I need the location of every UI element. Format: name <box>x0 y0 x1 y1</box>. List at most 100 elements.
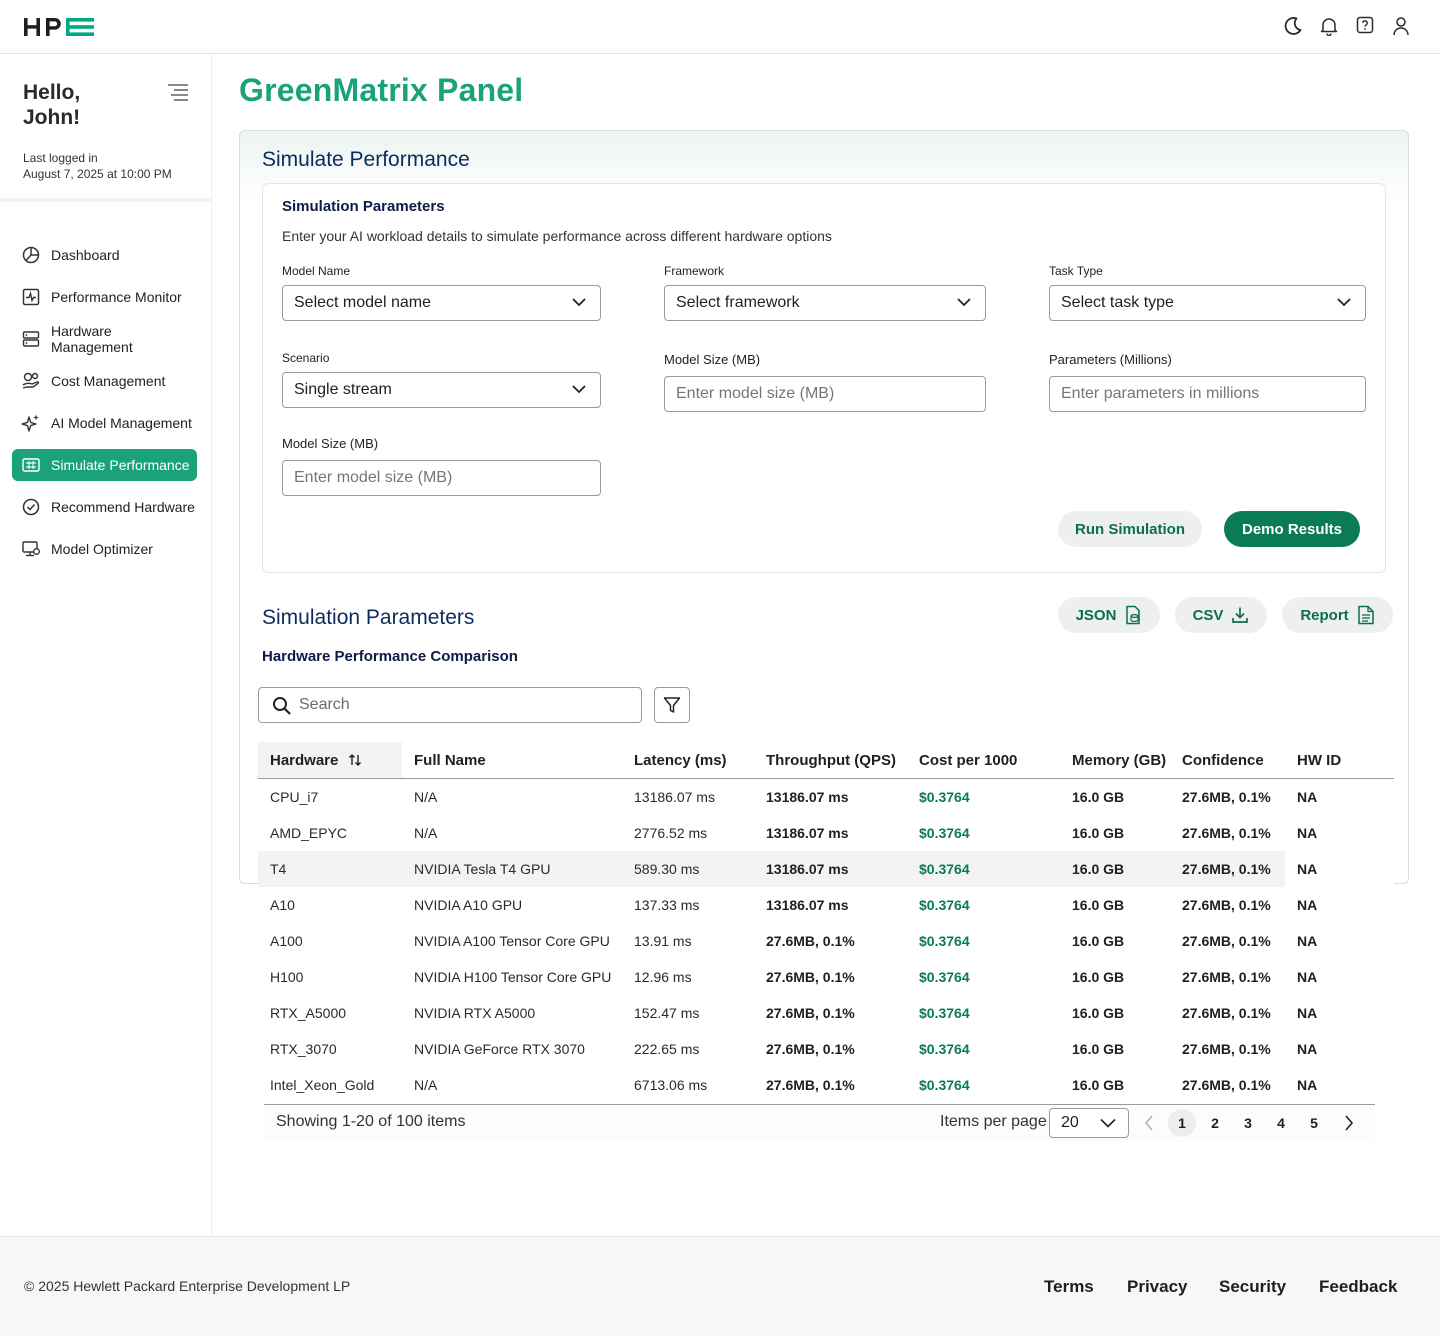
cell-confidence: 27.6MB, 0.1% <box>1182 1005 1271 1021</box>
bell-icon[interactable] <box>1320 16 1342 38</box>
next-page-icon[interactable] <box>1343 1114 1355 1132</box>
cell-full-name: NVIDIA H100 Tensor Core GPU <box>414 969 612 985</box>
page-button-2[interactable]: 2 <box>1201 1109 1229 1137</box>
table-row[interactable]: CPU_i7 N/A 13186.07 ms 13186.07 ms $0.3764 16… <box>258 779 1394 815</box>
cell-full-name: N/A <box>414 789 438 805</box>
cell-confidence: 27.6MB, 0.1% <box>1182 789 1271 805</box>
model-size-input-2[interactable] <box>282 460 601 496</box>
card-title: Simulate Performance <box>262 148 470 171</box>
cell-latency: 152.47 ms <box>634 1005 700 1021</box>
items-per-page-select[interactable]: 20 <box>1049 1108 1129 1138</box>
footer-link-terms[interactable]: Terms <box>1044 1277 1094 1297</box>
sort-icon[interactable] <box>348 753 362 767</box>
table-row[interactable]: A10 NVIDIA A10 GPU 137.33 ms 13186.07 ms $0.… <box>258 887 1394 923</box>
help-icon[interactable] <box>1356 16 1378 38</box>
filter-button[interactable] <box>654 687 690 723</box>
hpe-logo[interactable] <box>24 17 96 37</box>
column-header-throughput[interactable]: Throughput (QPS) <box>766 742 896 778</box>
sparkle-icon <box>21 413 41 433</box>
table-row[interactable]: Intel_Xeon_Gold N/A 6713.06 ms 27.6MB, 0.1%… <box>258 1067 1394 1103</box>
prev-page-icon[interactable] <box>1143 1114 1155 1132</box>
sidebar-item-label: Simulate Performance <box>51 457 190 473</box>
export-csv-button[interactable]: CSV <box>1175 597 1267 633</box>
cell-memory: 16.0 GB <box>1072 825 1125 841</box>
model-name-select[interactable]: Select model name <box>282 285 601 321</box>
moon-icon[interactable] <box>1283 16 1305 38</box>
model-size-input[interactable] <box>664 376 986 412</box>
table-header: Hardware Full Name Latency (ms) Throughp… <box>258 742 1394 779</box>
cell-hardware: RTX_A5000 <box>270 1005 347 1021</box>
export-report-button[interactable]: Report <box>1282 597 1393 633</box>
cell-cost: $0.3764 <box>919 969 970 985</box>
sidebar-item-simulate-performance[interactable]: Simulate Performance <box>12 449 197 481</box>
run-simulation-button[interactable]: Run Simulation <box>1058 511 1202 547</box>
search-field[interactable] <box>258 687 642 723</box>
cell-memory: 16.0 GB <box>1072 1077 1125 1093</box>
sidebar-item-hardware-management[interactable]: Hardware Management <box>12 323 197 355</box>
cell-confidence: 27.6MB, 0.1% <box>1182 861 1271 877</box>
scenario-label: Scenario <box>282 351 330 365</box>
search-input[interactable] <box>299 688 629 722</box>
column-header-confidence[interactable]: Confidence <box>1182 742 1264 778</box>
cell-cost: $0.3764 <box>919 1041 970 1057</box>
sidebar-item-recommend-hardware[interactable]: Recommend Hardware <box>12 491 197 523</box>
sidebar-item-label: Hardware Management <box>51 323 133 355</box>
last-logged: Last logged in August 7, 2025 at 10:00 P… <box>23 150 172 182</box>
model-name-value: Select model name <box>294 294 431 311</box>
cell-cost: $0.3764 <box>919 789 970 805</box>
cell-cost: $0.3764 <box>919 861 970 877</box>
column-header-cost[interactable]: Cost per 1000 <box>919 742 1017 778</box>
filter-icon <box>663 696 681 714</box>
cell-hardware: AMD_EPYC <box>270 825 348 841</box>
cell-latency: 222.65 ms <box>634 1041 700 1057</box>
table-row[interactable]: RTX_A5000 NVIDIA RTX A5000 152.47 ms 27.6MB… <box>258 995 1394 1031</box>
footer-link-security[interactable]: Security <box>1219 1277 1286 1297</box>
page-button-5[interactable]: 5 <box>1300 1109 1328 1137</box>
cell-throughput: 27.6MB, 0.1% <box>766 933 855 949</box>
table-row[interactable]: AMD_EPYC N/A 2776.52 ms 13186.07 ms $0.3764 1… <box>258 815 1394 851</box>
column-header-memory[interactable]: Memory (GB) <box>1072 742 1166 778</box>
cell-cost: $0.3764 <box>919 933 970 949</box>
results-subtitle: Hardware Performance Comparison <box>262 648 518 665</box>
sidebar-item-model-optimizer[interactable]: Model Optimizer <box>12 533 197 565</box>
framework-select[interactable]: Select framework <box>664 285 986 321</box>
column-header-hardware[interactable]: Hardware <box>258 742 402 778</box>
sidebar-item-performance-monitor[interactable]: Performance Monitor <box>12 281 197 313</box>
check-circle-icon <box>21 497 41 517</box>
chevron-down-icon <box>572 384 586 394</box>
column-header-hw-id[interactable]: HW ID <box>1297 742 1341 778</box>
cell-cost: $0.3764 <box>919 1005 970 1021</box>
scenario-value: Single stream <box>294 381 392 398</box>
footer-link-privacy[interactable]: Privacy <box>1127 1277 1188 1297</box>
table-row[interactable]: H100 NVIDIA H100 Tensor Core GPU 12.96 ms 2… <box>258 959 1394 995</box>
cell-full-name: N/A <box>414 825 438 841</box>
sidebar-item-cost-management[interactable]: Cost Management <box>12 365 197 397</box>
table-row[interactable]: T4 NVIDIA Tesla T4 GPU 589.30 ms 13186.07 m… <box>258 851 1317 887</box>
showing-count: Showing 1-20 of 100 items <box>276 1113 466 1130</box>
sidebar-item-ai-model-management[interactable]: AI Model Management <box>12 407 197 439</box>
cell-cost: $0.3764 <box>919 825 970 841</box>
cell-hw-id: NA <box>1297 861 1318 877</box>
scenario-select[interactable]: Single stream <box>282 372 601 408</box>
footer-link-feedback[interactable]: Feedback <box>1319 1277 1397 1297</box>
task-type-select[interactable]: Select task type <box>1049 285 1366 321</box>
parameters-input[interactable] <box>1049 376 1366 412</box>
cell-hw-id: NA <box>1297 789 1318 805</box>
page-button-1[interactable]: 1 <box>1168 1109 1196 1137</box>
user-icon[interactable] <box>1392 16 1414 38</box>
export-json-button[interactable]: JSON <box>1058 597 1160 633</box>
sidebar-item-dashboard[interactable]: Dashboard <box>12 239 197 271</box>
items-per-page-value: 20 <box>1061 1114 1079 1131</box>
cell-cost: $0.3764 <box>919 1077 970 1093</box>
page-button-4[interactable]: 4 <box>1267 1109 1295 1137</box>
cell-confidence: 27.6MB, 0.1% <box>1182 1077 1271 1093</box>
table-row[interactable]: A100 NVIDIA A100 Tensor Core GPU 13.91 ms 2… <box>258 923 1394 959</box>
table-row[interactable]: RTX_3070 NVIDIA GeForce RTX 3070 222.65 ms… <box>258 1031 1394 1067</box>
document-icon <box>1357 605 1375 625</box>
cell-hw-id: NA <box>1297 825 1318 841</box>
menu-toggle-icon[interactable] <box>167 84 189 102</box>
demo-results-button[interactable]: Demo Results <box>1224 511 1360 547</box>
page-button-3[interactable]: 3 <box>1234 1109 1262 1137</box>
column-header-latency[interactable]: Latency (ms) <box>634 742 727 778</box>
column-header-full-name[interactable]: Full Name <box>414 742 486 778</box>
